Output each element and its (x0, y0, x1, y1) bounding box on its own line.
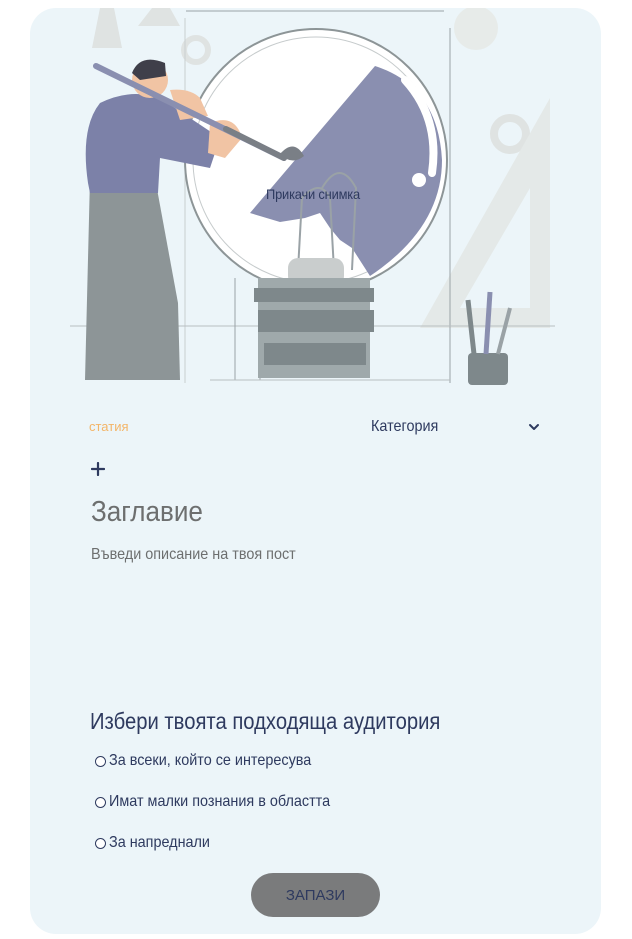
audience-option-label: За напреднали (109, 834, 210, 851)
post-title-input[interactable]: Заглавие (91, 496, 487, 529)
audience-option-beginners[interactable]: Имат малки познания в областта (95, 793, 355, 811)
post-type-tag: статия (89, 419, 129, 434)
chevron-down-icon (529, 424, 539, 430)
post-editor-card: Прикачи снимка статия Категория Заглавие… (30, 8, 601, 934)
radio-button[interactable] (95, 755, 106, 767)
plus-icon (90, 461, 106, 477)
audience-option-label: Имат малки познания в областта (109, 793, 331, 810)
radio-button[interactable] (95, 837, 106, 849)
category-dropdown-label: Категория (371, 418, 439, 435)
audience-option-advanced[interactable]: За напреднали (95, 834, 221, 852)
radio-button[interactable] (95, 796, 106, 808)
audience-option-everyone[interactable]: За всеки, който се интересува (95, 752, 334, 770)
post-description-input[interactable]: Въведи описание на твоя пост (91, 546, 487, 564)
save-button[interactable]: ЗАПАЗИ (251, 873, 380, 917)
audience-option-label: За всеки, който се интересува (109, 752, 312, 769)
add-content-button[interactable] (90, 458, 106, 480)
attach-image-button[interactable]: Прикачи снимка (266, 186, 360, 202)
audience-heading: Избери твоята подходяща аудитория (90, 708, 441, 734)
category-dropdown[interactable]: Категория (371, 416, 541, 438)
hero-image-area[interactable]: Прикачи снимка (30, 8, 601, 388)
